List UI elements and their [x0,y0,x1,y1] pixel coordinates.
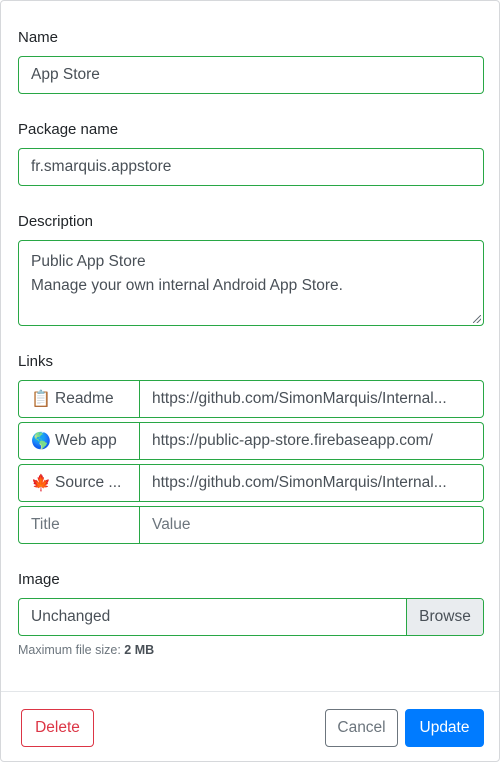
package-name-field[interactable]: fr.smarquis.appstore [18,148,484,186]
browse-button[interactable]: Browse [406,599,483,635]
delete-button[interactable]: Delete [21,709,94,747]
name-value: App Store [31,66,100,83]
package-name-value: fr.smarquis.appstore [31,158,172,175]
title-placeholder: Title [31,516,60,533]
link-title-value: Source ... [55,474,122,491]
dialog-footer: Delete Cancel Update [1,691,499,762]
link-row: 🍁 Source ... https://github.com/SimonMar… [18,464,484,502]
name-label: Name [18,29,59,46]
help-prefix: Maximum file size: [18,643,121,657]
links-label: Links [18,353,54,370]
package-name-label: Package name [18,121,119,138]
link-url-value: https://github.com/SimonMarquis/Internal… [152,390,447,407]
link-title-field[interactable]: 🍁 Source ... [18,464,140,502]
file-name: Unchanged [31,608,111,625]
file-size-help: Maximum file size: 2 MB [18,643,154,657]
link-row: 🌎 Web app https://public-app-store.fireb… [18,422,484,460]
maple-leaf-icon: 🍁 [31,475,51,492]
help-size: 2 MB [124,643,155,657]
description-line-1: Public App Store [31,253,146,270]
value-placeholder: Value [152,516,191,533]
link-title-value: Readme [55,390,114,407]
link-url-value: https://github.com/SimonMarquis/Internal… [152,474,447,491]
resize-handle-icon[interactable] [473,315,481,323]
new-link-value-input[interactable]: Value [140,506,484,544]
link-row: 📋 Readme https://github.com/SimonMarquis… [18,380,484,418]
globe-icon: 🌎 [31,433,51,450]
cancel-button[interactable]: Cancel [325,709,398,747]
link-url-value: https://public-app-store.firebaseapp.com… [152,432,433,449]
image-label: Image [18,571,60,588]
link-title-value: Web app [55,432,117,449]
description-line-2: Manage your own internal Android App Sto… [31,277,343,294]
new-link-title-input[interactable]: Title [18,506,140,544]
description-label: Description [18,213,94,230]
link-title-field[interactable]: 📋 Readme [18,380,140,418]
clipboard-icon: 📋 [31,391,51,408]
image-file-input[interactable]: Unchanged Browse [18,598,484,636]
link-url-field[interactable]: https://github.com/SimonMarquis/Internal… [140,380,484,418]
link-url-field[interactable]: https://github.com/SimonMarquis/Internal… [140,464,484,502]
name-field[interactable]: App Store [18,56,484,94]
link-url-field[interactable]: https://public-app-store.firebaseapp.com… [140,422,484,460]
link-title-field[interactable]: 🌎 Web app [18,422,140,460]
edit-app-dialog: Name App Store Package name fr.smarquis.… [0,0,500,762]
description-textarea[interactable]: Public App Store Manage your own interna… [18,240,484,326]
update-button[interactable]: Update [405,709,484,747]
new-link-row: Title Value [18,506,484,544]
